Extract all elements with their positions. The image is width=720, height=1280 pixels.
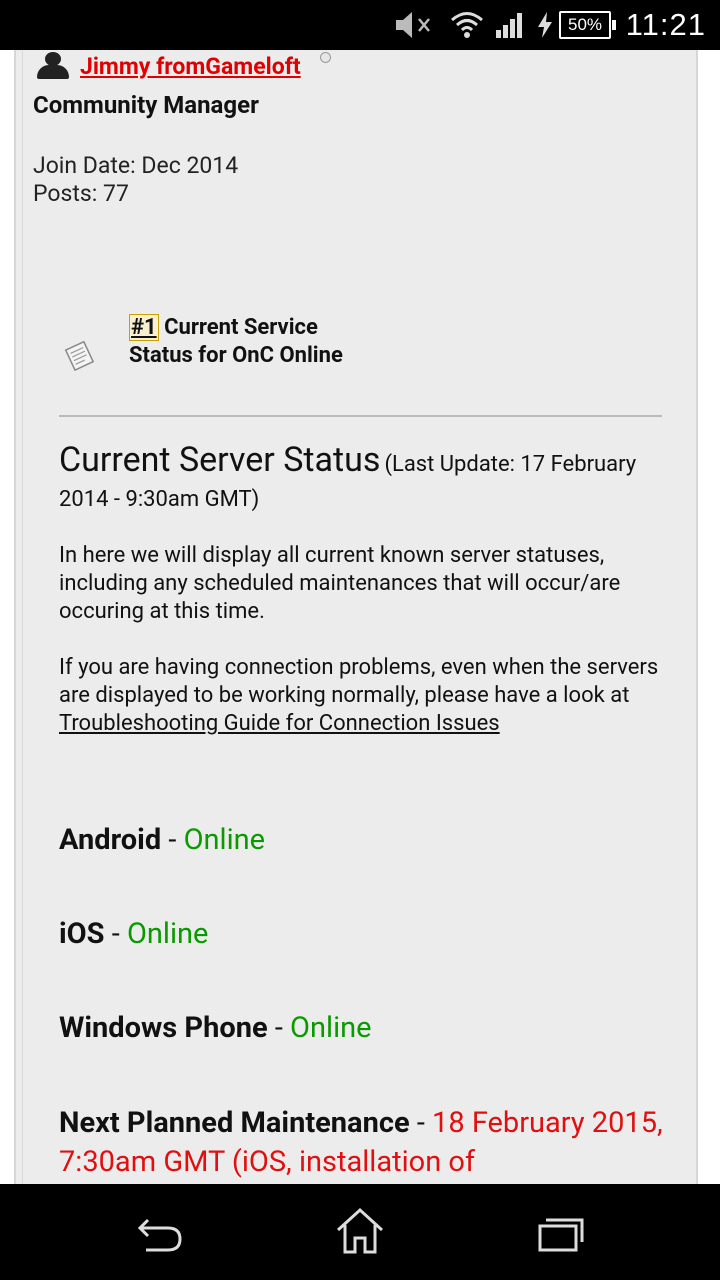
next-maintenance: Next Planned Maintenance - 18 February 2… [59, 1104, 669, 1182]
mute-icon [394, 0, 434, 50]
join-date: Join Date: Dec 2014 [33, 152, 239, 179]
help-paragraph: If you are having connection problems, e… [59, 654, 669, 738]
wifi-icon [450, 0, 484, 50]
divider [59, 415, 662, 417]
post-count: Posts: 77 [33, 180, 129, 207]
recent-apps-icon[interactable] [532, 1206, 588, 1258]
troubleshooting-guide-link[interactable]: Troubleshooting Guide for Connection Iss… [59, 711, 500, 736]
platform-status: Online [183, 823, 266, 857]
platform-status: Online [290, 1011, 372, 1045]
platform-status-android: Android - Online [59, 822, 265, 858]
separator: - [274, 1011, 283, 1045]
online-status-icon [320, 52, 331, 63]
status-bar: 50% 11:21 [0, 0, 720, 50]
help-text: If you are having connection problems, e… [59, 655, 659, 708]
post-title: #1 Current Service Status for OnC Online [129, 314, 379, 370]
battery-icon: 50% [559, 0, 616, 50]
platform-name: iOS [59, 917, 105, 951]
user-title: Community Manager [33, 91, 259, 119]
post-title-text: Current Service Status for OnC Online [129, 315, 343, 368]
charging-icon [536, 0, 554, 50]
separator: - [168, 823, 177, 857]
server-status-heading: Current Server Status (Last Update: 17 F… [59, 443, 669, 518]
battery-percent: 50% [567, 15, 603, 34]
navigation-bar [0, 1184, 720, 1280]
separator: - [111, 917, 120, 951]
platform-status-ios: iOS - Online [59, 916, 208, 952]
intro-paragraph: In here we will display all current know… [59, 543, 621, 624]
maintenance-label: Next Planned Maintenance [59, 1106, 410, 1140]
separator: - [416, 1106, 425, 1140]
platform-status-windows-phone: Windows Phone - Online [59, 1010, 372, 1046]
webpage-content[interactable]: Jimmy fromGameloft Community Manager Joi… [0, 50, 720, 1184]
home-icon[interactable] [332, 1206, 388, 1258]
clock: 11:21 [625, 7, 706, 42]
user-info-row: Jimmy fromGameloft [36, 52, 301, 80]
username-link[interactable]: Jimmy fromGameloft [80, 53, 301, 80]
post-number-link[interactable]: #1 [129, 314, 159, 341]
back-icon[interactable] [132, 1206, 188, 1258]
signal-icon [494, 0, 526, 50]
user-icon [36, 52, 70, 80]
platform-name: Android [59, 823, 162, 857]
platform-status: Online [126, 917, 209, 951]
heading-text: Current Server Status [59, 440, 381, 480]
platform-name: Windows Phone [59, 1011, 268, 1045]
post-document-icon [63, 339, 95, 372]
